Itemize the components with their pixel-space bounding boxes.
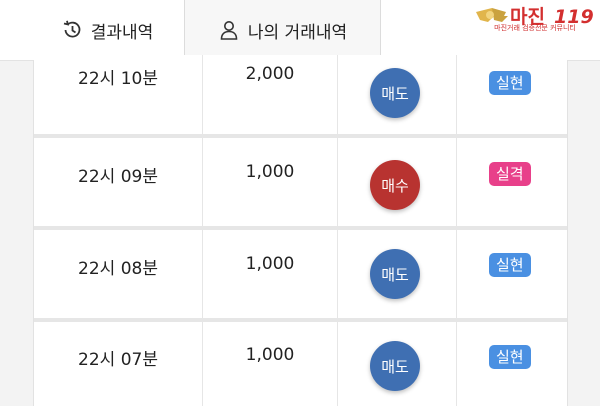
table-row: 22시 09분 1,000 매수 실격	[34, 138, 567, 230]
tab-results-label: 결과내역	[90, 22, 154, 43]
buy-badge: 매수	[370, 160, 420, 210]
table-row: 22시 07분 1,000 매도 실현	[34, 322, 567, 406]
trade-history-table: 22시 10분 2,000 매도 실현 22시 09분 1,000 매수 실격 …	[33, 55, 568, 406]
sell-badge: 매도	[370, 68, 420, 118]
sell-badge: 매도	[370, 249, 420, 299]
status-badge: 실현	[489, 345, 531, 369]
table-row: 22시 10분 2,000 매도 실현	[34, 55, 567, 138]
tab-my-trades-label: 나의 거래내역	[247, 22, 348, 43]
sell-badge: 매도	[370, 341, 420, 391]
trade-time: 22시 09분	[78, 167, 158, 187]
table-row: 22시 08분 1,000 매도 실현	[34, 230, 567, 322]
status-badge: 실현	[489, 71, 531, 95]
trade-time: 22시 10분	[78, 69, 158, 89]
trade-time: 22시 08분	[78, 259, 158, 279]
trade-amount: 2,000	[245, 64, 295, 84]
trade-time: 22시 07분	[78, 350, 158, 370]
history-icon	[61, 19, 83, 41]
trade-amount: 1,000	[245, 254, 295, 274]
tab-my-trades[interactable]: 나의 거래내역	[185, 0, 381, 60]
status-badge: 실격	[489, 162, 531, 186]
logo-tagline: 마진거래 검증전문 커뮤니티	[494, 24, 576, 32]
tab-results[interactable]: 결과내역	[30, 0, 185, 60]
tab-bar: 결과내역 나의 거래내역 마진 119 마진거래 검증전문 커뮤니티	[0, 0, 600, 61]
trade-amount: 1,000	[245, 345, 295, 365]
trade-amount: 1,000	[245, 162, 295, 182]
status-badge: 실현	[489, 253, 531, 277]
user-icon	[218, 19, 240, 41]
